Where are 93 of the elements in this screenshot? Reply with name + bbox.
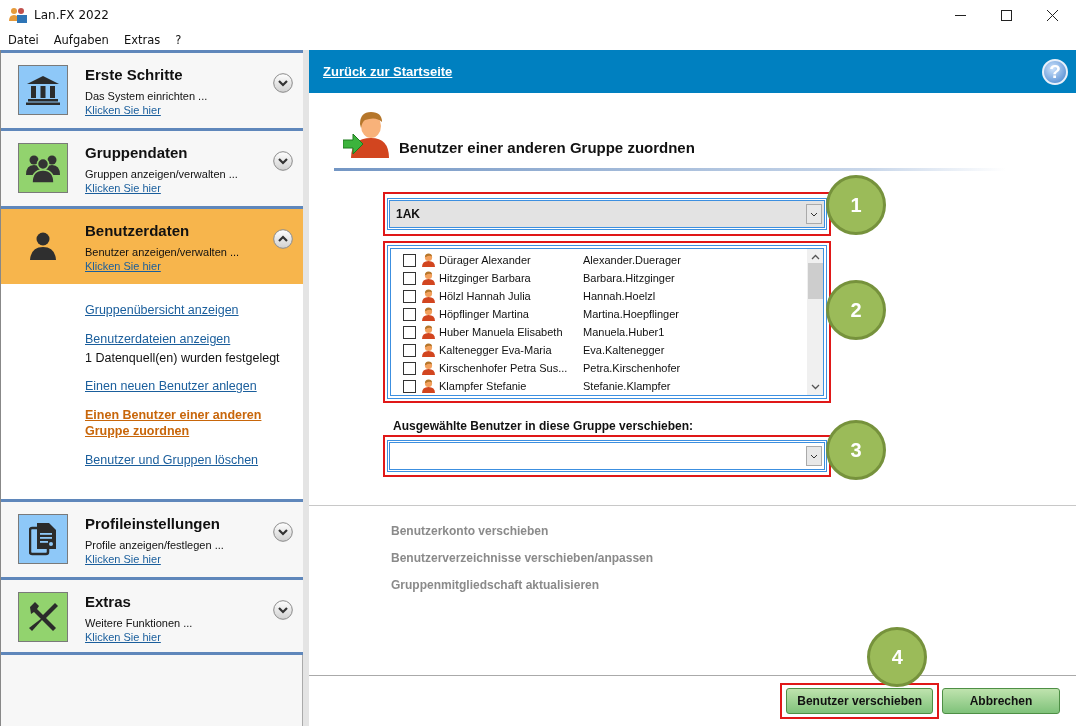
user-icon bbox=[422, 271, 435, 285]
nav-link[interactable]: Benutzerdateien anzeigen bbox=[85, 331, 231, 347]
nav-link[interactable]: Benutzer und Gruppen löschen bbox=[85, 452, 259, 468]
menu-item[interactable]: Datei bbox=[8, 33, 39, 47]
section-link[interactable]: Klicken Sie hier bbox=[85, 552, 224, 566]
group-icon bbox=[26, 153, 60, 183]
app-logo-icon bbox=[9, 7, 27, 23]
checkbox[interactable] bbox=[403, 343, 416, 357]
user-arrow-icon bbox=[343, 110, 389, 158]
section-header[interactable]: Benutzerdaten Benutzer anzeigen/verwalten ... Klicken Sie hier bbox=[1, 206, 303, 284]
checkbox[interactable] bbox=[403, 253, 416, 267]
move-users-button[interactable]: Benutzer verschieben bbox=[786, 688, 933, 714]
page-title: Benutzer einer anderen Gruppe zuordnen bbox=[399, 139, 695, 156]
user-name: Dürager Alexander bbox=[439, 254, 532, 266]
user-icon bbox=[422, 325, 435, 339]
section-title: Extras bbox=[85, 593, 132, 611]
window-title: Lan.FX 2022 bbox=[34, 8, 109, 22]
collapse-icon[interactable] bbox=[273, 229, 293, 249]
nav-link[interactable]: Gruppenübersicht anzeigen bbox=[85, 302, 239, 318]
expand-icon[interactable] bbox=[273, 151, 293, 171]
section-header[interactable]: Erste Schritte Das System einrichten ... Klicken Sie hier bbox=[1, 50, 303, 128]
section-link[interactable]: Klicken Sie hier bbox=[85, 259, 240, 273]
progress-step: Benutzerverzeichnisse verschieben/anpassen bbox=[391, 551, 1076, 565]
user-icon bbox=[422, 379, 435, 393]
user-login: Alexander.Duerager bbox=[583, 254, 681, 266]
user-name: Huber Manuela Elisabeth bbox=[439, 326, 564, 338]
user-name: Klampfer Stefanie bbox=[439, 380, 528, 392]
step-number-badge: 4 bbox=[867, 627, 928, 687]
section-subtitle: Das System einrichten ... bbox=[85, 90, 208, 103]
section-link[interactable]: Klicken Sie hier bbox=[85, 103, 208, 117]
group-dropdown[interactable]: 1AK bbox=[389, 200, 825, 228]
person-icon bbox=[30, 232, 56, 260]
field-label: Ausgewählte Benutzer in diese Gruppe verschieben: bbox=[393, 419, 695, 433]
section-title: Benutzerdaten bbox=[85, 222, 191, 240]
user-icon bbox=[422, 253, 435, 267]
scroll-thumb[interactable] bbox=[807, 263, 823, 299]
step-number-badge: 3 bbox=[826, 420, 886, 480]
section-subtitle: Weitere Funktionen ... bbox=[85, 617, 193, 630]
checkbox[interactable] bbox=[403, 379, 416, 393]
section-link[interactable]: Klicken Sie hier bbox=[85, 181, 238, 195]
back-link[interactable]: Zurück zur Startseite bbox=[323, 64, 453, 79]
scrollbar[interactable] bbox=[807, 249, 823, 395]
info-text: 1 Datenquell(en) wurden festgelegt bbox=[85, 351, 281, 365]
progress-step: Benutzerkonto verschieben bbox=[391, 524, 1076, 538]
section-subtitle: Profile anzeigen/festlegen ... bbox=[85, 539, 224, 552]
menu-item[interactable]: ? bbox=[175, 33, 182, 47]
section-header[interactable]: Extras Weitere Funktionen ... Klicken Sie hier bbox=[1, 577, 303, 655]
document-icon bbox=[29, 522, 57, 556]
user-name: Hitzginger Barbara bbox=[439, 272, 532, 284]
user-login: Hannah.Hoelzl bbox=[583, 290, 656, 302]
checkbox[interactable] bbox=[403, 271, 416, 285]
user-icon bbox=[422, 289, 435, 303]
section-link[interactable]: Klicken Sie hier bbox=[85, 630, 193, 644]
user-icon bbox=[422, 343, 435, 357]
section-title: Profileinstellungen bbox=[85, 515, 221, 533]
menu-item[interactable]: Extras bbox=[123, 33, 161, 47]
user-name: Hölzl Hannah Julia bbox=[439, 290, 532, 302]
user-icon bbox=[422, 307, 435, 321]
expand-icon[interactable] bbox=[273, 73, 293, 93]
user-login: Martina.Hoepflinger bbox=[583, 308, 679, 320]
section-header[interactable]: Profileinstellungen Profile anzeigen/festlegen ... Klicken Sie hier bbox=[1, 499, 303, 577]
menu-item[interactable]: Aufgaben bbox=[53, 33, 109, 47]
maximize-icon[interactable] bbox=[1001, 9, 1012, 21]
section-header[interactable]: Gruppendaten Gruppen anzeigen/verwalten ... Klicken Sie hier bbox=[1, 128, 303, 206]
user-login: Eva.Kaltenegger bbox=[583, 344, 665, 356]
user-login: Manuela.Huber1 bbox=[583, 326, 665, 338]
user-login: Barbara.Hitzginger bbox=[583, 272, 675, 284]
checkbox[interactable] bbox=[403, 289, 416, 303]
checkbox[interactable] bbox=[403, 361, 416, 375]
cancel-button[interactable]: Abbrechen bbox=[942, 688, 1060, 714]
user-icon bbox=[422, 361, 435, 375]
expand-icon[interactable] bbox=[273, 522, 293, 542]
target-group-dropdown[interactable] bbox=[389, 442, 825, 470]
section-subtitle: Gruppen anzeigen/verwalten ... bbox=[85, 168, 238, 181]
checkbox[interactable] bbox=[403, 307, 416, 321]
section-title: Gruppendaten bbox=[85, 144, 189, 162]
section-subtitle: Benutzer anzeigen/verwalten ... bbox=[85, 246, 240, 259]
step-number-badge: 2 bbox=[826, 280, 886, 340]
nav-link[interactable]: Einen neuen Benutzer anlegen bbox=[85, 378, 257, 394]
nav-link[interactable]: Einen Benutzer einer anderen Gruppe zuordnen bbox=[85, 407, 263, 439]
checkbox[interactable] bbox=[403, 325, 416, 339]
section-title: Erste Schritte bbox=[85, 66, 184, 84]
user-name: Kirschenhofer Petra Sus... bbox=[439, 362, 569, 374]
user-login: Petra.Kirschenhofer bbox=[583, 362, 681, 374]
step-number-badge: 1 bbox=[826, 175, 886, 235]
user-name: Kaltenegger Eva-Maria bbox=[439, 344, 553, 356]
expand-icon[interactable] bbox=[273, 600, 293, 620]
close-icon[interactable] bbox=[1047, 9, 1058, 21]
tools-icon bbox=[27, 601, 59, 633]
user-login: Stefanie.Klampfer bbox=[583, 380, 671, 392]
user-name: Höpflinger Martina bbox=[439, 308, 530, 320]
progress-step: Gruppenmitgliedschaft aktualisieren bbox=[391, 578, 1076, 592]
bank-icon bbox=[26, 75, 60, 105]
